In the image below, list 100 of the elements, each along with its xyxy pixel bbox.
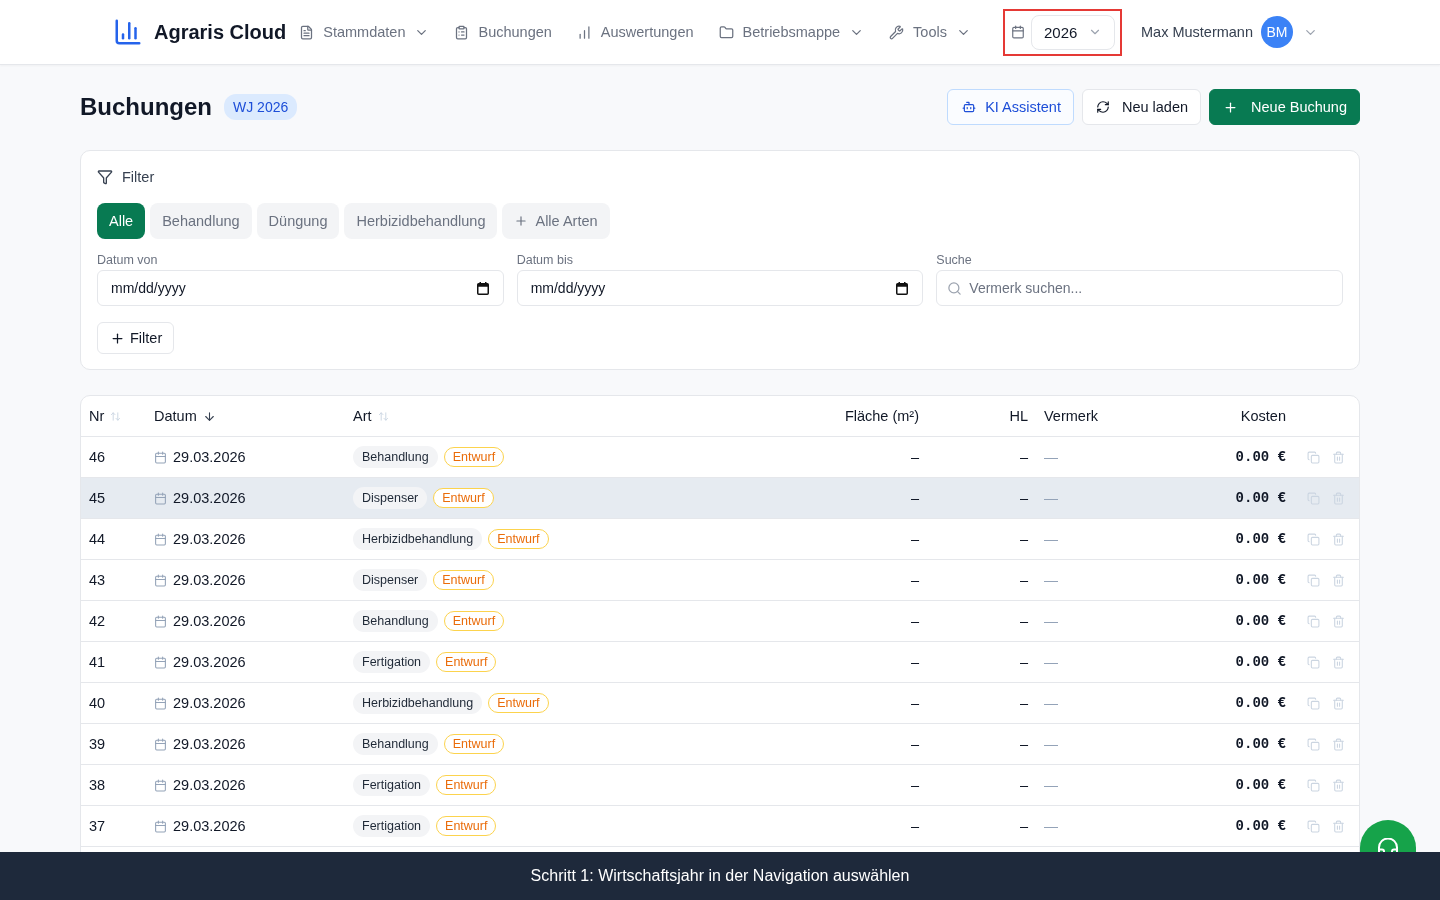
trash-icon[interactable] — [1332, 614, 1345, 628]
search-field[interactable]: Vermerk suchen... — [936, 270, 1343, 306]
type-filter-chip[interactable]: Alle — [97, 203, 146, 239]
type-tag: Dispenser — [353, 569, 428, 591]
status-badge: Entwurf — [443, 447, 505, 467]
copy-icon[interactable] — [1307, 532, 1320, 546]
cost-cell: 0.00 € — [1235, 818, 1286, 834]
number-cell: 40 — [89, 695, 106, 711]
type-tag: Behandlung — [353, 610, 438, 632]
year-select[interactable]: 2026 — [1031, 14, 1115, 50]
area-cell: – — [910, 572, 919, 588]
trash-icon[interactable] — [1332, 491, 1345, 505]
app-name[interactable]: Agraris Cloud — [154, 20, 287, 44]
nav-link[interactable]: Buchungen — [454, 24, 552, 40]
support-button[interactable] — [1360, 820, 1416, 852]
calendar-icon[interactable] — [476, 281, 489, 295]
logo-icon[interactable] — [113, 17, 143, 47]
sort-icon[interactable] — [377, 410, 389, 422]
copy-icon[interactable] — [1307, 573, 1320, 587]
status-badge: Entwurf — [433, 570, 494, 590]
cost-cell: 0.00 € — [1235, 490, 1286, 506]
copy-icon[interactable] — [1307, 450, 1320, 464]
copy-icon[interactable] — [1307, 778, 1320, 792]
nav-link[interactable]: Auswertungen — [576, 24, 694, 40]
date-cell: 29.03.2026 — [173, 490, 246, 506]
calendar-icon — [154, 696, 167, 710]
guide-text: Schritt 1: Wirtschaftsjahr in der Navigation auswählen — [530, 867, 910, 885]
user-name[interactable]: Max Mustermann — [1141, 24, 1253, 40]
column-header[interactable]: Nr — [89, 408, 105, 424]
sort-descending-icon[interactable] — [202, 409, 216, 423]
calendar-icon — [154, 819, 167, 833]
field-label: Datum von — [97, 252, 159, 268]
number-cell: 43 — [89, 572, 106, 588]
date-field[interactable]: mm/dd/yyyy — [516, 270, 924, 306]
type-filter-chip[interactable]: Behandlung — [150, 203, 252, 239]
field-label: Suche — [936, 252, 973, 268]
type-filter-chip[interactable]: Düngung — [256, 203, 340, 239]
hl-cell: – — [1019, 777, 1028, 793]
status-badge: Entwurf — [433, 488, 494, 508]
reload-button[interactable]: Neu laden — [1081, 89, 1202, 125]
status-badge: Entwurf — [443, 611, 505, 631]
date-cell: 29.03.2026 — [173, 654, 246, 670]
date-cell: 29.03.2026 — [173, 777, 246, 793]
area-cell: – — [910, 531, 919, 547]
type-tag: Dispenser — [353, 487, 428, 509]
refresh-icon — [1095, 100, 1110, 114]
calendar-icon[interactable] — [896, 281, 909, 295]
trash-icon[interactable] — [1332, 819, 1345, 833]
note-cell: — — [1044, 736, 1058, 752]
copy-icon[interactable] — [1307, 614, 1320, 628]
column-header[interactable]: Datum — [154, 408, 197, 424]
hl-cell: – — [1019, 449, 1028, 465]
status-badge: Entwurf — [443, 734, 505, 754]
more-types-chip[interactable]: Alle Arten — [502, 203, 610, 239]
field-label: Datum bis — [516, 252, 574, 268]
calendar-icon — [154, 778, 167, 792]
trash-icon[interactable] — [1332, 655, 1345, 669]
type-tag: Behandlung — [353, 446, 438, 468]
status-badge: Entwurf — [436, 816, 497, 836]
hl-cell: – — [1019, 490, 1028, 506]
nav-link[interactable]: Betriebsmappe — [718, 24, 865, 40]
calendar-icon — [154, 614, 167, 628]
note-cell: — — [1044, 654, 1058, 670]
copy-icon[interactable] — [1307, 696, 1320, 710]
plus-icon — [514, 214, 529, 228]
area-cell: – — [910, 490, 919, 506]
new-booking-button[interactable]: Neue Buchung — [1209, 89, 1360, 125]
column-header[interactable]: Art — [353, 408, 372, 424]
number-cell: 46 — [89, 449, 106, 465]
date-field[interactable]: mm/dd/yyyy — [97, 270, 504, 306]
calendar-icon — [154, 532, 167, 546]
user-avatar[interactable]: BM — [1261, 16, 1293, 48]
cost-cell: 0.00 € — [1235, 654, 1286, 670]
trash-icon[interactable] — [1332, 450, 1345, 464]
copy-icon[interactable] — [1307, 491, 1320, 505]
trash-icon[interactable] — [1332, 696, 1345, 710]
type-tag: Behandlung — [353, 733, 438, 755]
hl-cell: – — [1019, 654, 1028, 670]
calendar-icon — [154, 655, 167, 669]
copy-icon[interactable] — [1307, 737, 1320, 751]
copy-icon[interactable] — [1307, 655, 1320, 669]
type-tag: Fertigation — [353, 774, 431, 796]
calendar-icon — [154, 573, 167, 587]
trash-icon[interactable] — [1332, 573, 1345, 587]
trash-icon[interactable] — [1332, 532, 1345, 546]
nav-link[interactable]: Tools — [889, 24, 971, 40]
sort-icon[interactable] — [110, 410, 122, 422]
copy-icon[interactable] — [1307, 819, 1320, 833]
add-filter-button[interactable]: Filter — [97, 322, 175, 354]
cost-cell: 0.00 € — [1235, 777, 1286, 793]
trash-icon[interactable] — [1332, 737, 1345, 751]
area-cell: – — [910, 613, 919, 629]
assistant-button[interactable]: KI Assistent — [947, 89, 1074, 125]
status-badge: Entwurf — [436, 775, 497, 795]
status-badge: Entwurf — [436, 652, 497, 672]
type-filter-chip[interactable]: Herbizidbehandlung — [344, 203, 498, 239]
headset-icon — [1378, 838, 1398, 852]
nav-link[interactable]: Stammdaten — [299, 24, 430, 40]
trash-icon[interactable] — [1332, 778, 1345, 792]
date-cell: 29.03.2026 — [173, 613, 246, 629]
